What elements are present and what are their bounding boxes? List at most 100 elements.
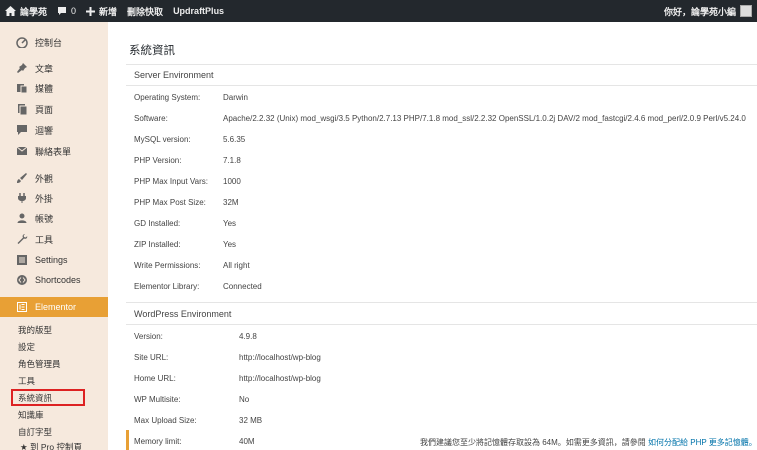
sidebar-item-media[interactable]: 媒體 (0, 78, 108, 98)
sidebar-item-appearance[interactable]: 外觀 (0, 168, 108, 188)
row-value: 4.9.8 (239, 332, 257, 341)
row-label: Version: (134, 332, 163, 341)
sidebar-item-pages[interactable]: 頁面 (0, 99, 108, 119)
star-icon: ★ (20, 442, 28, 450)
row-label: GD Installed: (134, 219, 181, 228)
sidebar-item-elementor[interactable]: Elementor (0, 297, 108, 317)
sidebar-item-shortcodes[interactable]: Shortcodes (0, 270, 108, 290)
wordpress-environment-title: WordPress Environment (134, 309, 232, 319)
divider (126, 302, 757, 303)
sidebar-item-label: Shortcodes (35, 275, 81, 285)
sidebar-item-label: 媒體 (35, 83, 54, 94)
row-value: 5.6.35 (223, 135, 246, 144)
row-value: 32 MB (239, 416, 263, 425)
clear-cache-label: 刪除快取 (127, 6, 164, 17)
shortcodes-icon (15, 273, 29, 287)
row-label: MySQL version: (134, 135, 191, 144)
submenu-tools[interactable]: 工具 (18, 374, 35, 388)
sidebar-item-comments[interactable]: 迴響 (0, 120, 108, 140)
elementor-icon (15, 300, 29, 314)
main-content: 系統資訊 Server Environment Operating System… (108, 22, 757, 450)
memory-help-link[interactable]: 如何分配給 PHP 更多記憶體。 (648, 438, 757, 447)
highlight-annotation (11, 389, 85, 406)
page-icon (15, 102, 29, 116)
row-value: Yes (223, 240, 237, 249)
submenu-go-pro[interactable]: ★ 到 Pro 控制頁 (20, 440, 82, 450)
sidebar-item-label: 頁面 (35, 104, 54, 115)
submenu-my-templates[interactable]: 我的版型 (18, 323, 52, 337)
sidebar-item-tools[interactable]: 工具 (0, 229, 108, 249)
pin-icon (15, 61, 29, 75)
site-name-link[interactable]: 論學苑 (0, 0, 52, 22)
dashboard-icon (15, 35, 29, 49)
updraftplus-label: UpdraftPlus (173, 6, 225, 16)
sidebar-item-label: 工具 (35, 234, 54, 245)
settings-icon (15, 253, 29, 267)
user-icon (15, 211, 29, 225)
user-account-link[interactable]: 你好，論學苑小編 (659, 0, 757, 22)
avatar (740, 5, 752, 17)
sidebar-item-dashboard[interactable]: 控制台 (0, 32, 108, 52)
sidebar-item-label: 迴響 (35, 125, 54, 136)
comment-icon (15, 123, 29, 137)
row-label: PHP Version: (134, 156, 182, 165)
row-value: http://localhost/wp-blog (239, 374, 321, 383)
clear-cache-link[interactable]: 刪除快取 (122, 0, 168, 22)
mail-icon (15, 144, 29, 158)
row-value: Yes (223, 219, 237, 228)
row-label: Max Upload Size: (134, 416, 197, 425)
row-label: Elementor Library: (134, 282, 200, 291)
row-value: 1000 (223, 177, 241, 186)
row-value: Connected (223, 282, 262, 291)
media-icon (15, 81, 29, 95)
divider (126, 64, 757, 65)
row-value: 32M (223, 198, 239, 207)
row-value: No (239, 395, 250, 404)
sidebar-item-contact-forms[interactable]: 聯絡表單 (0, 141, 108, 161)
divider (126, 324, 757, 325)
row-label: PHP Max Input Vars: (134, 177, 208, 186)
comments-link[interactable]: 0 (52, 0, 81, 22)
new-label: 新增 (99, 6, 118, 17)
sidebar-item-label: 聯絡表單 (35, 146, 72, 157)
submenu-custom-fonts[interactable]: 自訂字型 (18, 425, 52, 439)
row-value: All right (223, 261, 250, 270)
greeting-label: 你好，論學苑小編 (663, 6, 736, 17)
submenu-role-manager[interactable]: 角色管理員 (18, 357, 61, 371)
row-value: Darwin (223, 93, 248, 102)
warning-indicator (126, 430, 129, 450)
row-label: WP Multisite: (134, 395, 181, 404)
site-name-label: 論學苑 (20, 6, 48, 17)
row-value: 7.1.8 (223, 156, 241, 165)
sidebar-item-plugins[interactable]: 外掛 (0, 188, 108, 208)
row-label: Site URL: (134, 353, 169, 362)
memory-note-text: 我們建議您至少將記憶體存取設為 64M。如需更多資訊，請參閱 (420, 438, 646, 447)
sidebar-item-label: 控制台 (35, 37, 63, 48)
row-label: Operating System: (134, 93, 201, 102)
brush-icon (15, 171, 29, 185)
row-label: PHP Max Post Size: (134, 198, 206, 207)
row-label: Memory limit: (134, 437, 182, 446)
divider (126, 85, 757, 86)
updraftplus-link[interactable]: UpdraftPlus (168, 0, 229, 22)
new-content-link[interactable]: 新增 (81, 0, 122, 22)
row-label: ZIP Installed: (134, 240, 181, 249)
sidebar-item-posts[interactable]: 文章 (0, 58, 108, 78)
sidebar-item-settings[interactable]: Settings (0, 250, 108, 270)
sidebar-item-label: Settings (35, 255, 68, 265)
server-environment-title: Server Environment (134, 70, 214, 80)
submenu-settings[interactable]: 設定 (18, 340, 35, 354)
admin-sidebar: 控制台 文章 媒體 頁面 迴響 聯絡表單 外觀 外掛 帳號 工具 Setting… (0, 22, 108, 450)
row-label: Write Permissions: (134, 261, 201, 270)
memory-warning-note: 我們建議您至少將記憶體存取設為 64M。如需更多資訊，請參閱 如何分配給 PHP… (420, 437, 757, 448)
sidebar-item-label: Elementor (35, 302, 77, 312)
sidebar-item-label: 文章 (35, 63, 54, 74)
plus-icon (86, 6, 96, 16)
comments-count: 0 (71, 6, 77, 16)
row-label: Software: (134, 114, 168, 123)
row-value: http://localhost/wp-blog (239, 353, 321, 362)
sidebar-item-users[interactable]: 帳號 (0, 208, 108, 228)
row-value: 40M (239, 437, 255, 446)
submenu-knowledge-base[interactable]: 知識庫 (18, 408, 44, 422)
sidebar-item-label: 外觀 (35, 173, 54, 184)
